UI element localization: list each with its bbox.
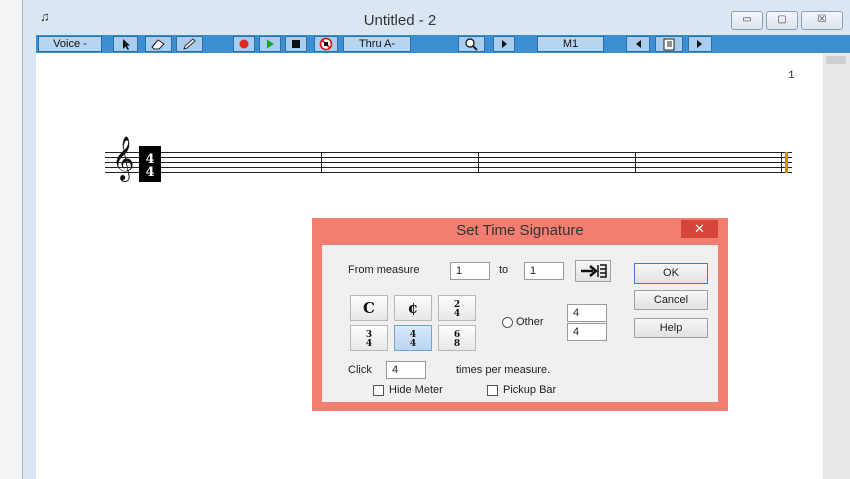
mute-icon[interactable] [314, 36, 338, 52]
times-per-measure-label: times per measure. [456, 364, 551, 376]
voice-dropdown[interactable]: Voice - [38, 36, 102, 52]
to-end-button[interactable] [575, 260, 611, 282]
other-denominator-field[interactable]: 4 [567, 323, 607, 341]
pencil-icon[interactable] [176, 36, 203, 52]
play-forward-icon[interactable] [493, 36, 515, 52]
other-numerator-field[interactable]: 4 [567, 304, 607, 322]
dialog-title: Set Time Signature [456, 222, 584, 239]
click-label: Click [348, 364, 372, 376]
time-sig-common-button[interactable]: C [350, 295, 388, 321]
barline [321, 152, 322, 173]
time-sig-cut-button[interactable]: ¢ [394, 295, 432, 321]
page-icon[interactable] [655, 36, 683, 52]
dialog-close-button[interactable]: ✕ [681, 220, 718, 238]
other-radio[interactable] [502, 317, 513, 328]
svg-text:4: 4 [145, 165, 154, 180]
to-label: to [499, 264, 509, 276]
pickup-bar-checkbox[interactable] [487, 385, 498, 396]
play-icon[interactable] [259, 36, 281, 52]
treble-clef-icon: 𝄞 [112, 136, 135, 180]
final-barline-thick [785, 152, 788, 173]
time-signature-selected[interactable]: 44 [139, 146, 161, 182]
hide-meter-checkbox[interactable] [373, 385, 384, 396]
scrollbar-thumb[interactable] [826, 56, 846, 64]
time-sig-3-4-button[interactable]: 34 [350, 325, 388, 351]
arrow-to-end-icon [581, 264, 607, 278]
pickup-bar-label: Pickup Bar [503, 384, 557, 396]
page-number: 1 [788, 70, 795, 82]
from-measure-label: From measure [348, 264, 420, 276]
measure-indicator[interactable]: M1 [537, 36, 604, 52]
cancel-button[interactable]: Cancel [634, 290, 708, 310]
staff-line [105, 152, 792, 153]
record-icon[interactable] [233, 36, 255, 52]
from-measure-field[interactable]: 1 [450, 262, 490, 280]
staff-line [105, 167, 792, 168]
barline [478, 152, 479, 173]
final-barline-thin [781, 152, 782, 173]
staff-line [105, 172, 792, 173]
ok-button[interactable]: OK [634, 263, 708, 284]
thru-dropdown[interactable]: Thru A- [343, 36, 411, 52]
help-button[interactable]: Help [634, 318, 708, 338]
zoom-icon[interactable] [458, 36, 485, 52]
time-sig-2-4-button[interactable]: 24 [438, 295, 476, 321]
stop-icon[interactable] [285, 36, 307, 52]
barline [635, 152, 636, 173]
time-sig-4-4-button[interactable]: 44 [394, 325, 432, 351]
time-sig-6-8-button[interactable]: 68 [438, 325, 476, 351]
next-page-icon[interactable] [688, 36, 712, 52]
window-title: Untitled - 2 [363, 12, 437, 29]
to-measure-field[interactable]: 1 [524, 262, 564, 280]
close-button[interactable]: ☒ [801, 11, 843, 30]
eraser-icon[interactable] [145, 36, 172, 52]
hide-meter-label: Hide Meter [389, 384, 443, 396]
staff-line [105, 162, 792, 163]
maximize-button[interactable]: ▢ [766, 11, 798, 30]
minimize-button[interactable]: ▭ [731, 11, 763, 30]
vertical-scrollbar[interactable] [823, 53, 850, 479]
staff-line [105, 157, 792, 158]
previous-page-icon[interactable] [626, 36, 650, 52]
other-label: Other [516, 316, 544, 328]
click-count-field[interactable]: 4 [386, 361, 426, 379]
select-arrow-icon[interactable] [113, 36, 138, 52]
